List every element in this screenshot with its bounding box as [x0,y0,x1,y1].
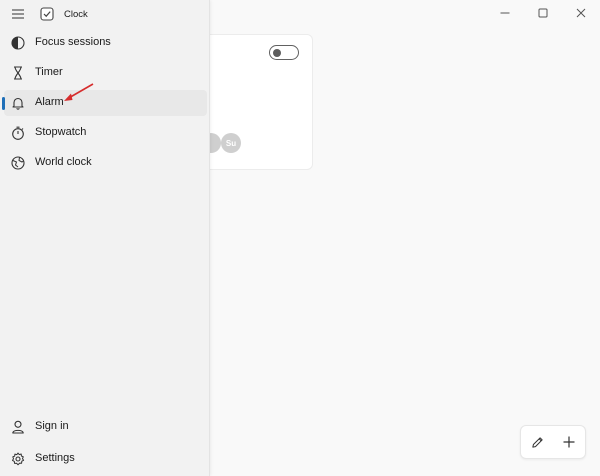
maximize-icon [538,8,548,18]
nav-item-label: Focus sessions [35,36,111,48]
pencil-icon [531,436,543,448]
nav-item-label: Stopwatch [35,126,87,138]
maximize-button[interactable] [524,0,562,26]
menu-toggle-button[interactable] [8,5,28,23]
edit-alarms-button[interactable] [524,429,550,455]
nav-item-label: World clock [35,156,92,168]
app-title: Clock [64,9,88,20]
window-controls [486,0,600,26]
nav-item-world-clock[interactable]: World clock [4,150,207,176]
nav-item-sign-in[interactable]: Sign in [4,414,207,440]
day-chip-sunday: Su [221,133,241,153]
minimize-button[interactable] [486,0,524,26]
minimize-icon [500,12,510,14]
gear-icon [10,451,25,466]
close-button[interactable] [562,0,600,26]
nav-item-alarm[interactable]: Alarm [2,90,207,116]
annotation-arrow [64,83,94,101]
focus-icon [10,35,25,50]
navigation-pane: Clock Focus sessions Timer Alarm Stopwat… [0,0,210,476]
nav-item-label: Timer [35,66,63,78]
nav-item-stopwatch[interactable]: Stopwatch [4,120,207,146]
toggle-knob [273,49,281,57]
action-bar [520,425,586,459]
hourglass-icon [10,65,25,80]
nav-item-timer[interactable]: Timer [4,60,207,86]
person-icon [10,419,25,434]
close-icon [576,8,586,18]
stopwatch-icon [10,125,25,140]
nav-item-label: Sign in [35,420,69,432]
alarm-toggle[interactable] [269,45,299,60]
globe-icon [10,155,25,170]
add-alarm-button[interactable] [556,429,582,455]
nav-item-focus-sessions[interactable]: Focus sessions [4,30,207,56]
bell-icon [10,95,25,110]
nav-item-label: Settings [35,452,75,464]
nav-item-settings[interactable]: Settings [4,446,207,472]
titlebar: Clock [0,0,210,28]
hamburger-icon [12,9,24,19]
plus-icon [563,436,575,448]
clock-app-icon [40,7,54,21]
selection-indicator [2,97,5,110]
